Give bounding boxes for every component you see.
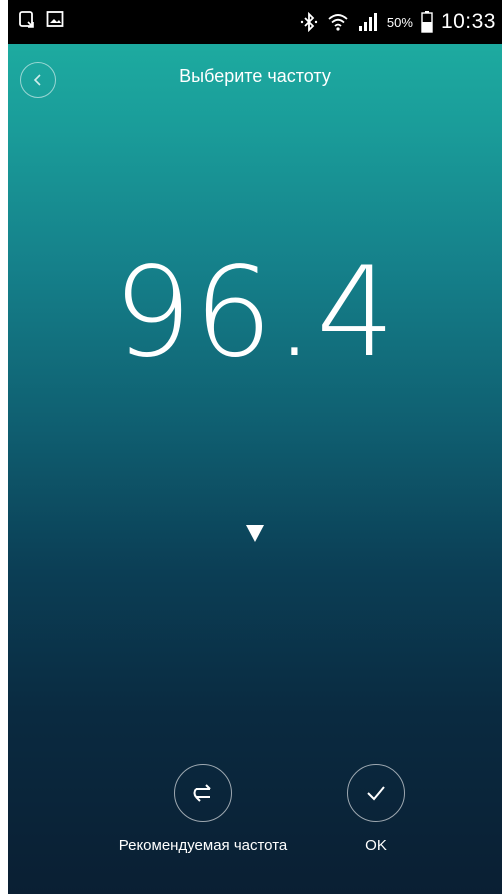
ok-label[interactable]: OK — [347, 837, 405, 854]
wifi-icon — [328, 14, 348, 31]
page-title: Выберите частоту — [179, 66, 331, 86]
screen-rotate-icon — [19, 11, 34, 28]
frequency-display: 96.4 — [112, 241, 398, 385]
ok-button[interactable] — [347, 764, 405, 822]
fm-radio-screen: 50% 10:33 Выберите частоту 96.4 Рекоменд… — [8, 0, 502, 894]
bluetooth-icon — [300, 12, 318, 32]
battery-percent: 50% — [386, 14, 413, 30]
signal-icon — [358, 13, 377, 31]
swap-icon — [193, 784, 211, 802]
header-bar: Выберите частоту — [8, 44, 502, 114]
recommended-frequency-label[interactable]: Рекомендуемая частота — [103, 837, 303, 854]
battery-icon — [421, 11, 433, 33]
image-icon — [46, 11, 64, 27]
status-time: 10:33 — [440, 10, 496, 33]
recommended-frequency-button[interactable] — [174, 764, 232, 822]
check-icon — [367, 786, 385, 801]
status-bar: 50% 10:33 — [8, 0, 502, 44]
frequency-dial[interactable] — [8, 540, 502, 680]
